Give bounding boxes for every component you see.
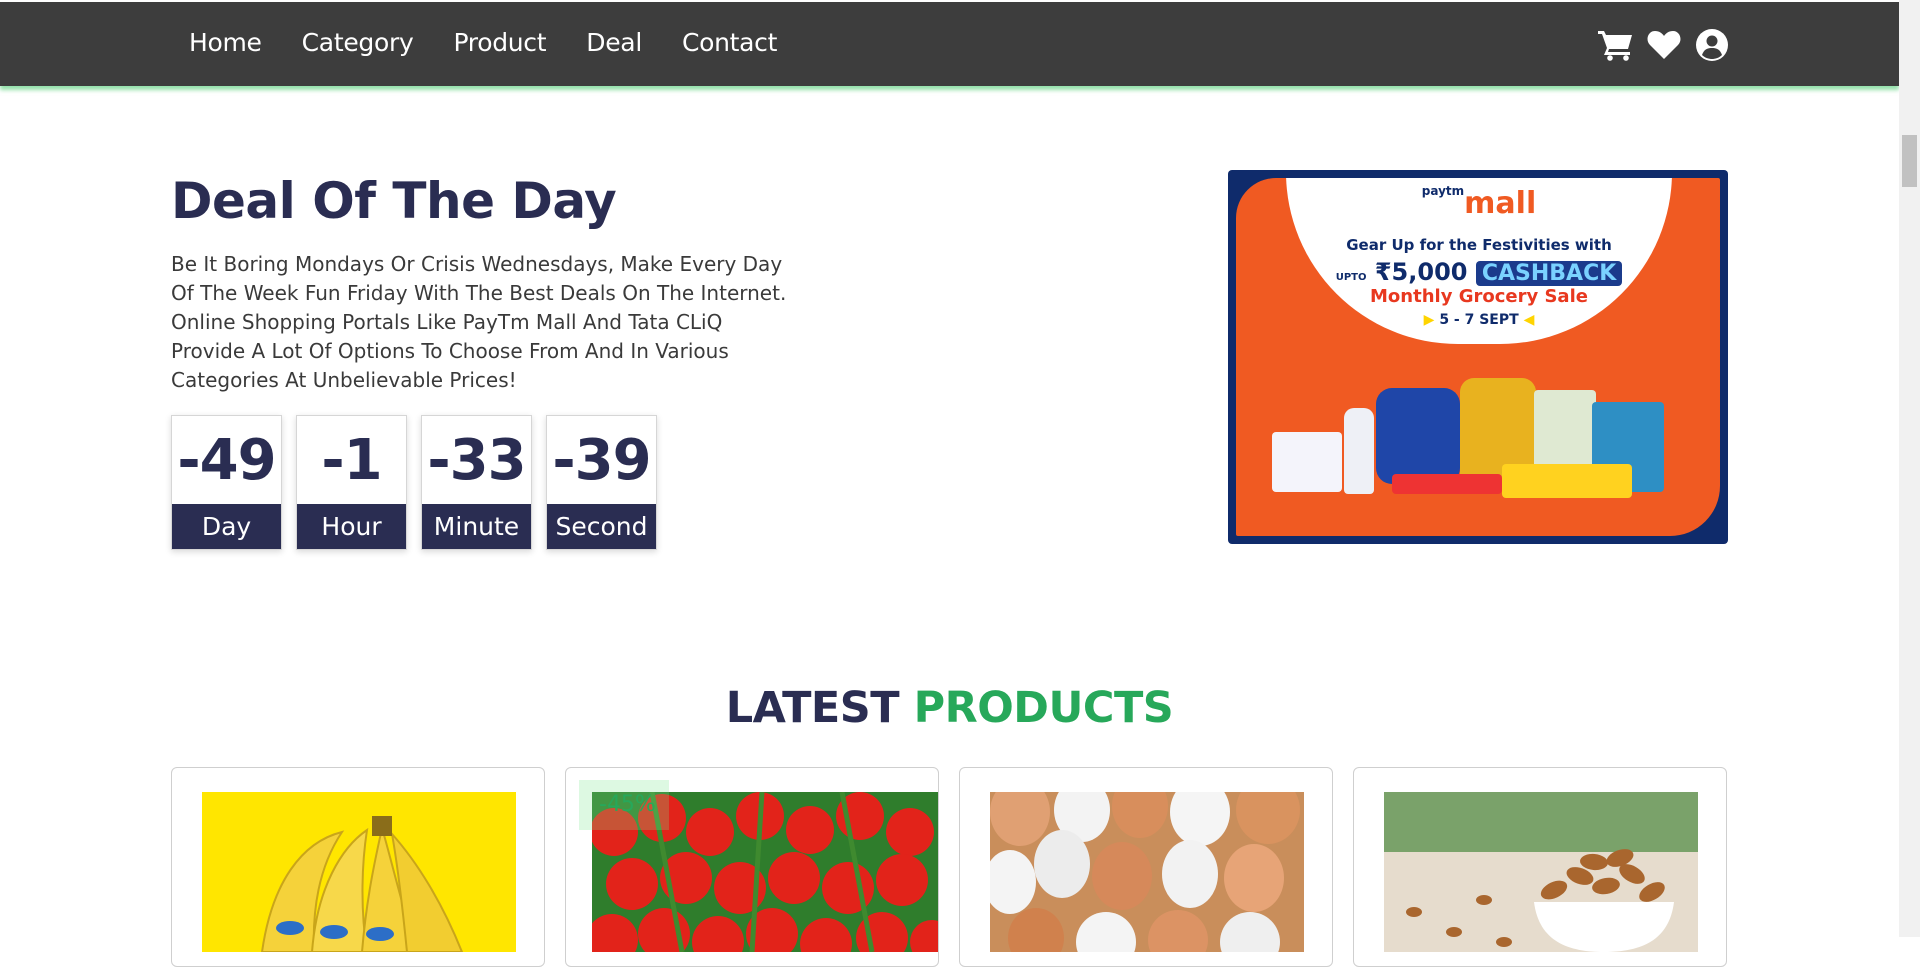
banner-cashback: CASHBACK <box>1475 261 1623 286</box>
product-bottle-illustration <box>1344 408 1374 494</box>
latest-title-part2: PRODUCTS <box>913 683 1174 733</box>
product-card[interactable] <box>959 767 1333 967</box>
navbar: Home Category Product Deal Contact <box>0 2 1899 86</box>
product-card[interactable] <box>171 767 545 967</box>
banner-cashback-line: UPTO ₹5,000 CASHBACK <box>1286 258 1672 286</box>
countdown-label: Day <box>172 504 281 549</box>
banner-brand-small: paytm <box>1421 184 1465 198</box>
promo-banner[interactable]: paytmmall Gear Up for the Festivities wi… <box>1228 170 1728 544</box>
countdown-timer: -49 Day -1 Hour -33 Minute -39 Second <box>171 415 671 550</box>
banner-upto: UPTO <box>1335 272 1367 283</box>
product-image-almonds[interactable] <box>1384 792 1698 952</box>
banner-amount: ₹5,000 <box>1374 258 1468 286</box>
countdown-second: -39 Second <box>546 415 657 550</box>
countdown-day: -49 Day <box>171 415 282 550</box>
banner-sale-name: Monthly Grocery Sale <box>1370 286 1588 307</box>
banner-headline: Gear Up for the Festivities with <box>1346 236 1612 254</box>
banner-dates-text: 5 - 7 SEPT <box>1439 312 1519 328</box>
nav-link-contact[interactable]: Contact <box>682 28 777 57</box>
countdown-hour: -1 Hour <box>296 415 407 550</box>
product-noodles-illustration <box>1502 464 1632 498</box>
nav-link-deal[interactable]: Deal <box>586 28 642 57</box>
banner-brand: paytmmall <box>1286 184 1672 221</box>
cart-icon[interactable] <box>1598 28 1634 62</box>
banner-products-illustration <box>1272 378 1712 528</box>
banner-dates: ▶ 5 - 7 SEPT ◀ <box>1286 312 1672 328</box>
countdown-label: Minute <box>422 504 531 549</box>
scrollbar-thumb[interactable] <box>1902 135 1917 187</box>
countdown-label: Hour <box>297 504 406 549</box>
user-icon[interactable] <box>1694 28 1730 62</box>
countdown-minute: -33 Minute <box>421 415 532 550</box>
latest-products-title: LATEST PRODUCTS <box>0 683 1899 733</box>
nav-links: Home Category Product Deal Contact <box>189 28 817 57</box>
product-image-bananas[interactable] <box>202 792 516 952</box>
countdown-label: Second <box>547 504 656 549</box>
product-card[interactable]: -45% <box>565 767 939 967</box>
arrow-left-icon: ◀ <box>1523 312 1535 328</box>
product-card[interactable] <box>1353 767 1727 967</box>
heart-icon[interactable] <box>1646 28 1682 62</box>
product-image-eggs[interactable] <box>990 792 1304 952</box>
countdown-value: -1 <box>321 427 382 493</box>
product-detergent-illustration <box>1376 388 1460 484</box>
product-toothpaste-illustration <box>1392 474 1502 494</box>
nav-link-home[interactable]: Home <box>189 28 262 57</box>
nav-link-category[interactable]: Category <box>302 28 414 57</box>
deal-description: Be It Boring Mondays Or Crisis Wednesday… <box>171 252 787 392</box>
product-diapers-illustration <box>1272 432 1342 492</box>
discount-badge: -45% <box>579 780 669 830</box>
countdown-value: -39 <box>552 427 651 493</box>
latest-title-part1: LATEST <box>725 683 900 733</box>
page-scrollbar[interactable] <box>1899 0 1920 937</box>
arrow-right-icon: ▶ <box>1423 312 1435 328</box>
nav-link-product[interactable]: Product <box>453 28 546 57</box>
countdown-value: -33 <box>427 427 526 493</box>
banner-background: paytmmall Gear Up for the Festivities wi… <box>1236 178 1720 536</box>
countdown-value: -49 <box>177 427 276 493</box>
banner-cloud: paytmmall Gear Up for the Festivities wi… <box>1286 178 1672 344</box>
nav-icons <box>1598 28 1742 62</box>
banner-brand-main: mall <box>1464 186 1537 221</box>
deal-title: Deal Of The Day <box>171 172 617 230</box>
